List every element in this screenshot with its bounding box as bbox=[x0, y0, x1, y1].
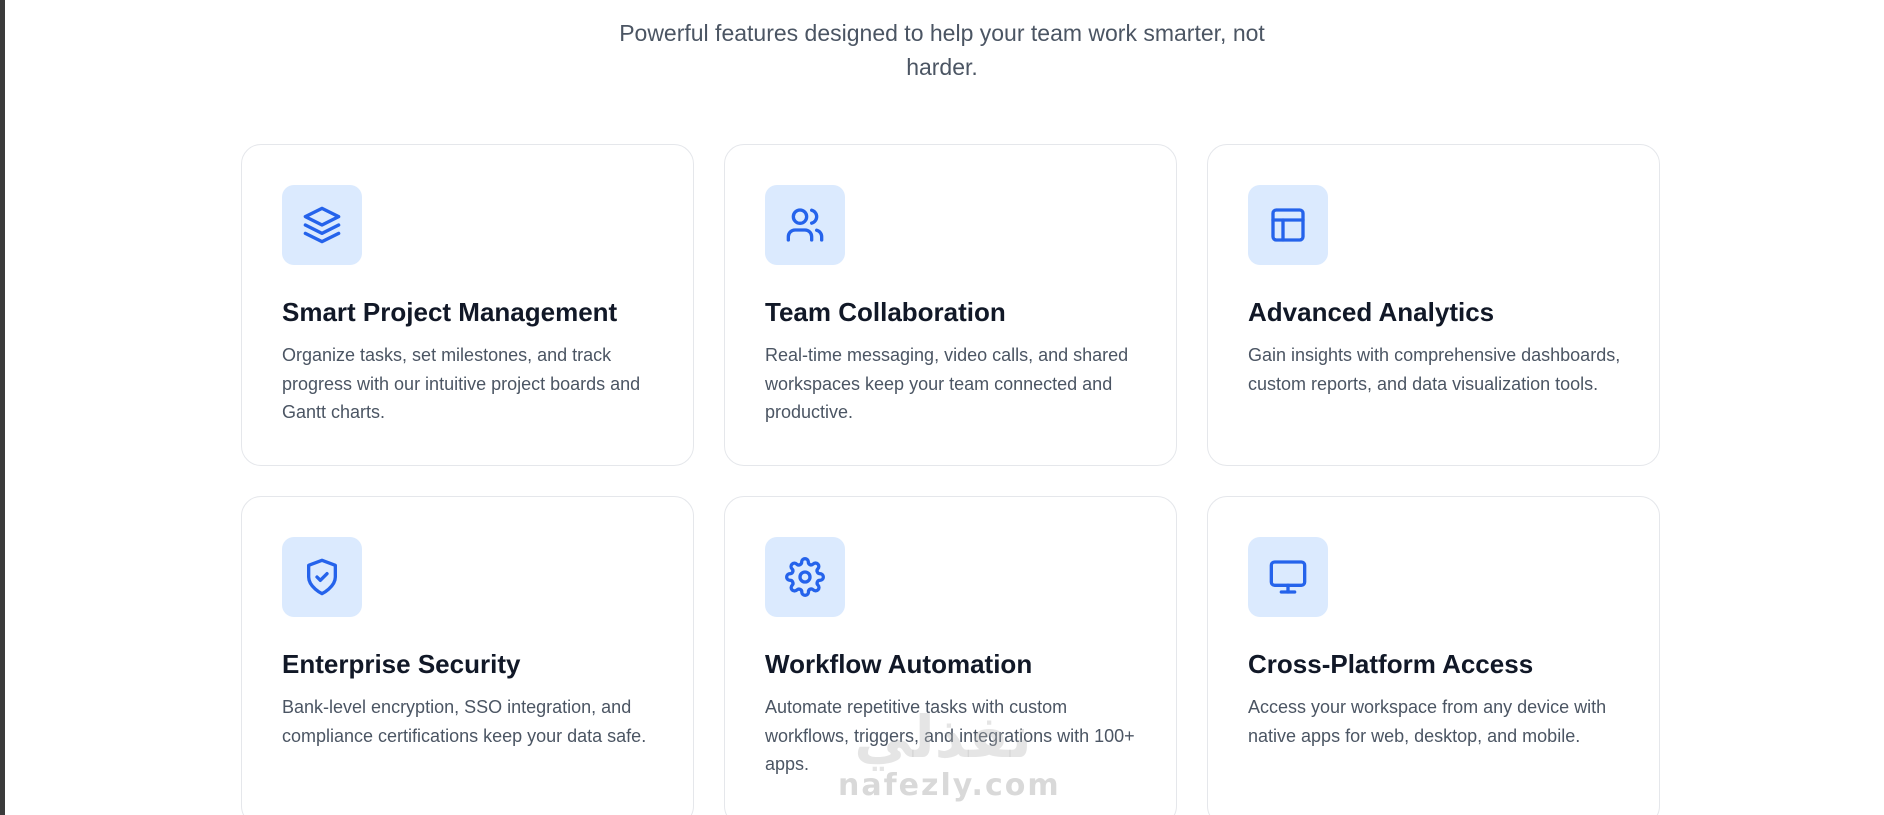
feature-description: Bank-level encryption, SSO integration, … bbox=[282, 697, 647, 746]
feature-title: Smart Project Management bbox=[282, 297, 618, 327]
feature-icon-box bbox=[765, 537, 845, 617]
feature-title: Workflow Automation bbox=[765, 649, 1033, 679]
shield-check-icon bbox=[307, 558, 337, 596]
features-grid-row-2: Enterprise Security Bank-level encryptio… bbox=[241, 496, 1661, 815]
feature-card-enterprise-security: Enterprise Security Bank-level encryptio… bbox=[241, 496, 694, 815]
feature-card-workflow-automation: Workflow Automation Automate repetitive … bbox=[724, 496, 1177, 815]
feature-icon-box bbox=[282, 185, 362, 265]
feature-description: Organize tasks, set milestones, and trac… bbox=[282, 345, 641, 422]
feature-title: Enterprise Security bbox=[282, 649, 521, 679]
feature-icon-box bbox=[765, 185, 845, 265]
feature-card-team-collaboration: Team Collaboration Real-time messaging, … bbox=[724, 144, 1177, 466]
feature-title: Cross-Platform Access bbox=[1248, 649, 1534, 679]
feature-description: Gain insights with comprehensive dashboa… bbox=[1248, 345, 1621, 394]
monitor-icon bbox=[1269, 560, 1307, 594]
features-grid: Smart Project Management Organize tasks,… bbox=[241, 144, 1661, 466]
window-edge bbox=[0, 0, 5, 815]
feature-title: Team Collaboration bbox=[765, 297, 1006, 327]
layers-icon bbox=[303, 206, 341, 244]
feature-icon-box bbox=[1248, 185, 1328, 265]
feature-card-project-management: Smart Project Management Organize tasks,… bbox=[241, 144, 694, 466]
layout-icon bbox=[1271, 208, 1305, 242]
section-subtitle: Powerful features designed to help your … bbox=[619, 20, 1265, 80]
feature-description: Access your workspace from any device wi… bbox=[1248, 697, 1607, 746]
gear-icon bbox=[785, 557, 825, 597]
feature-icon-box bbox=[282, 537, 362, 617]
feature-card-advanced-analytics: Advanced Analytics Gain insights with co… bbox=[1207, 144, 1660, 466]
feature-title: Advanced Analytics bbox=[1248, 297, 1495, 327]
feature-icon-box bbox=[1248, 537, 1328, 617]
users-icon bbox=[786, 208, 824, 242]
feature-description: Automate repetitive tasks with custom wo… bbox=[765, 697, 1135, 774]
features-section: Powerful features designed to help your … bbox=[0, 0, 1884, 815]
feature-description: Real-time messaging, video calls, and sh… bbox=[765, 345, 1129, 422]
feature-card-cross-platform: Cross-Platform Access Access your worksp… bbox=[1207, 496, 1660, 815]
